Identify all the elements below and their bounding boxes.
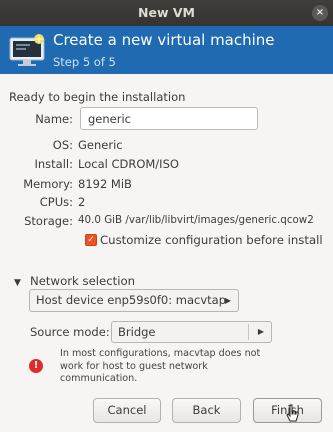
cancel-button[interactable]: Cancel xyxy=(93,398,161,423)
header-step: Step 5 of 5 xyxy=(53,55,116,69)
os-value: Generic xyxy=(78,138,123,152)
warning-line: communication. xyxy=(60,373,138,384)
back-button[interactable]: Back xyxy=(172,398,241,423)
dropdown-arrow-icon: ▶ xyxy=(257,327,264,336)
error-icon: ! xyxy=(29,359,43,373)
install-value: Local CDROM/ISO xyxy=(78,157,179,171)
wizard-header: Create a new virtual machine Step 5 of 5 xyxy=(0,26,333,74)
warning-line: In most configurations, macvtap does not xyxy=(60,348,261,359)
customize-label[interactable]: Customize configuration before install xyxy=(100,233,323,247)
ready-heading: Ready to begin the installation xyxy=(9,90,186,104)
name-label: Name: xyxy=(35,112,73,126)
name-input[interactable] xyxy=(80,107,258,130)
warning-line: work for host to guest network xyxy=(60,360,208,372)
storage-label: Storage: xyxy=(24,214,73,228)
install-label: Install: xyxy=(34,157,74,171)
dropdown-separator xyxy=(248,324,249,340)
cpus-label: CPUs: xyxy=(39,195,73,209)
new-vm-dialog: New VM × Create a new virtual machine St… xyxy=(0,0,333,432)
close-icon[interactable]: × xyxy=(312,5,328,21)
dropdown-arrow-icon: ▶ xyxy=(224,296,231,305)
host-device-value: Host device enp59s0f0: macvtap xyxy=(36,293,227,307)
memory-value: 8192 MiB xyxy=(78,177,132,191)
cpus-value: 2 xyxy=(78,195,86,209)
source-mode-value: Bridge xyxy=(118,325,156,339)
host-device-dropdown[interactable]: Host device enp59s0f0: macvtap ▶ xyxy=(29,289,239,312)
monitor-icon xyxy=(9,34,45,66)
customize-checkbox[interactable]: ✓ xyxy=(85,234,97,246)
os-label: OS: xyxy=(52,138,73,152)
source-mode-label: Source mode: xyxy=(30,325,110,339)
expander-arrow-icon[interactable]: ▼ xyxy=(14,278,21,288)
header-title: Create a new virtual machine xyxy=(53,31,275,49)
mouse-pointer-icon xyxy=(286,404,299,422)
source-mode-dropdown[interactable]: Bridge ▶ xyxy=(111,321,272,343)
title-bar: New VM × xyxy=(0,0,333,26)
window-title: New VM xyxy=(138,5,195,20)
macvtap-warning: In most configurations, macvtap does not… xyxy=(60,348,290,386)
memory-label: Memory: xyxy=(23,177,73,191)
network-selection-expander[interactable]: Network selection xyxy=(30,274,135,288)
storage-value: 40.0 GiB /var/lib/libvirt/images/generic… xyxy=(78,214,314,226)
